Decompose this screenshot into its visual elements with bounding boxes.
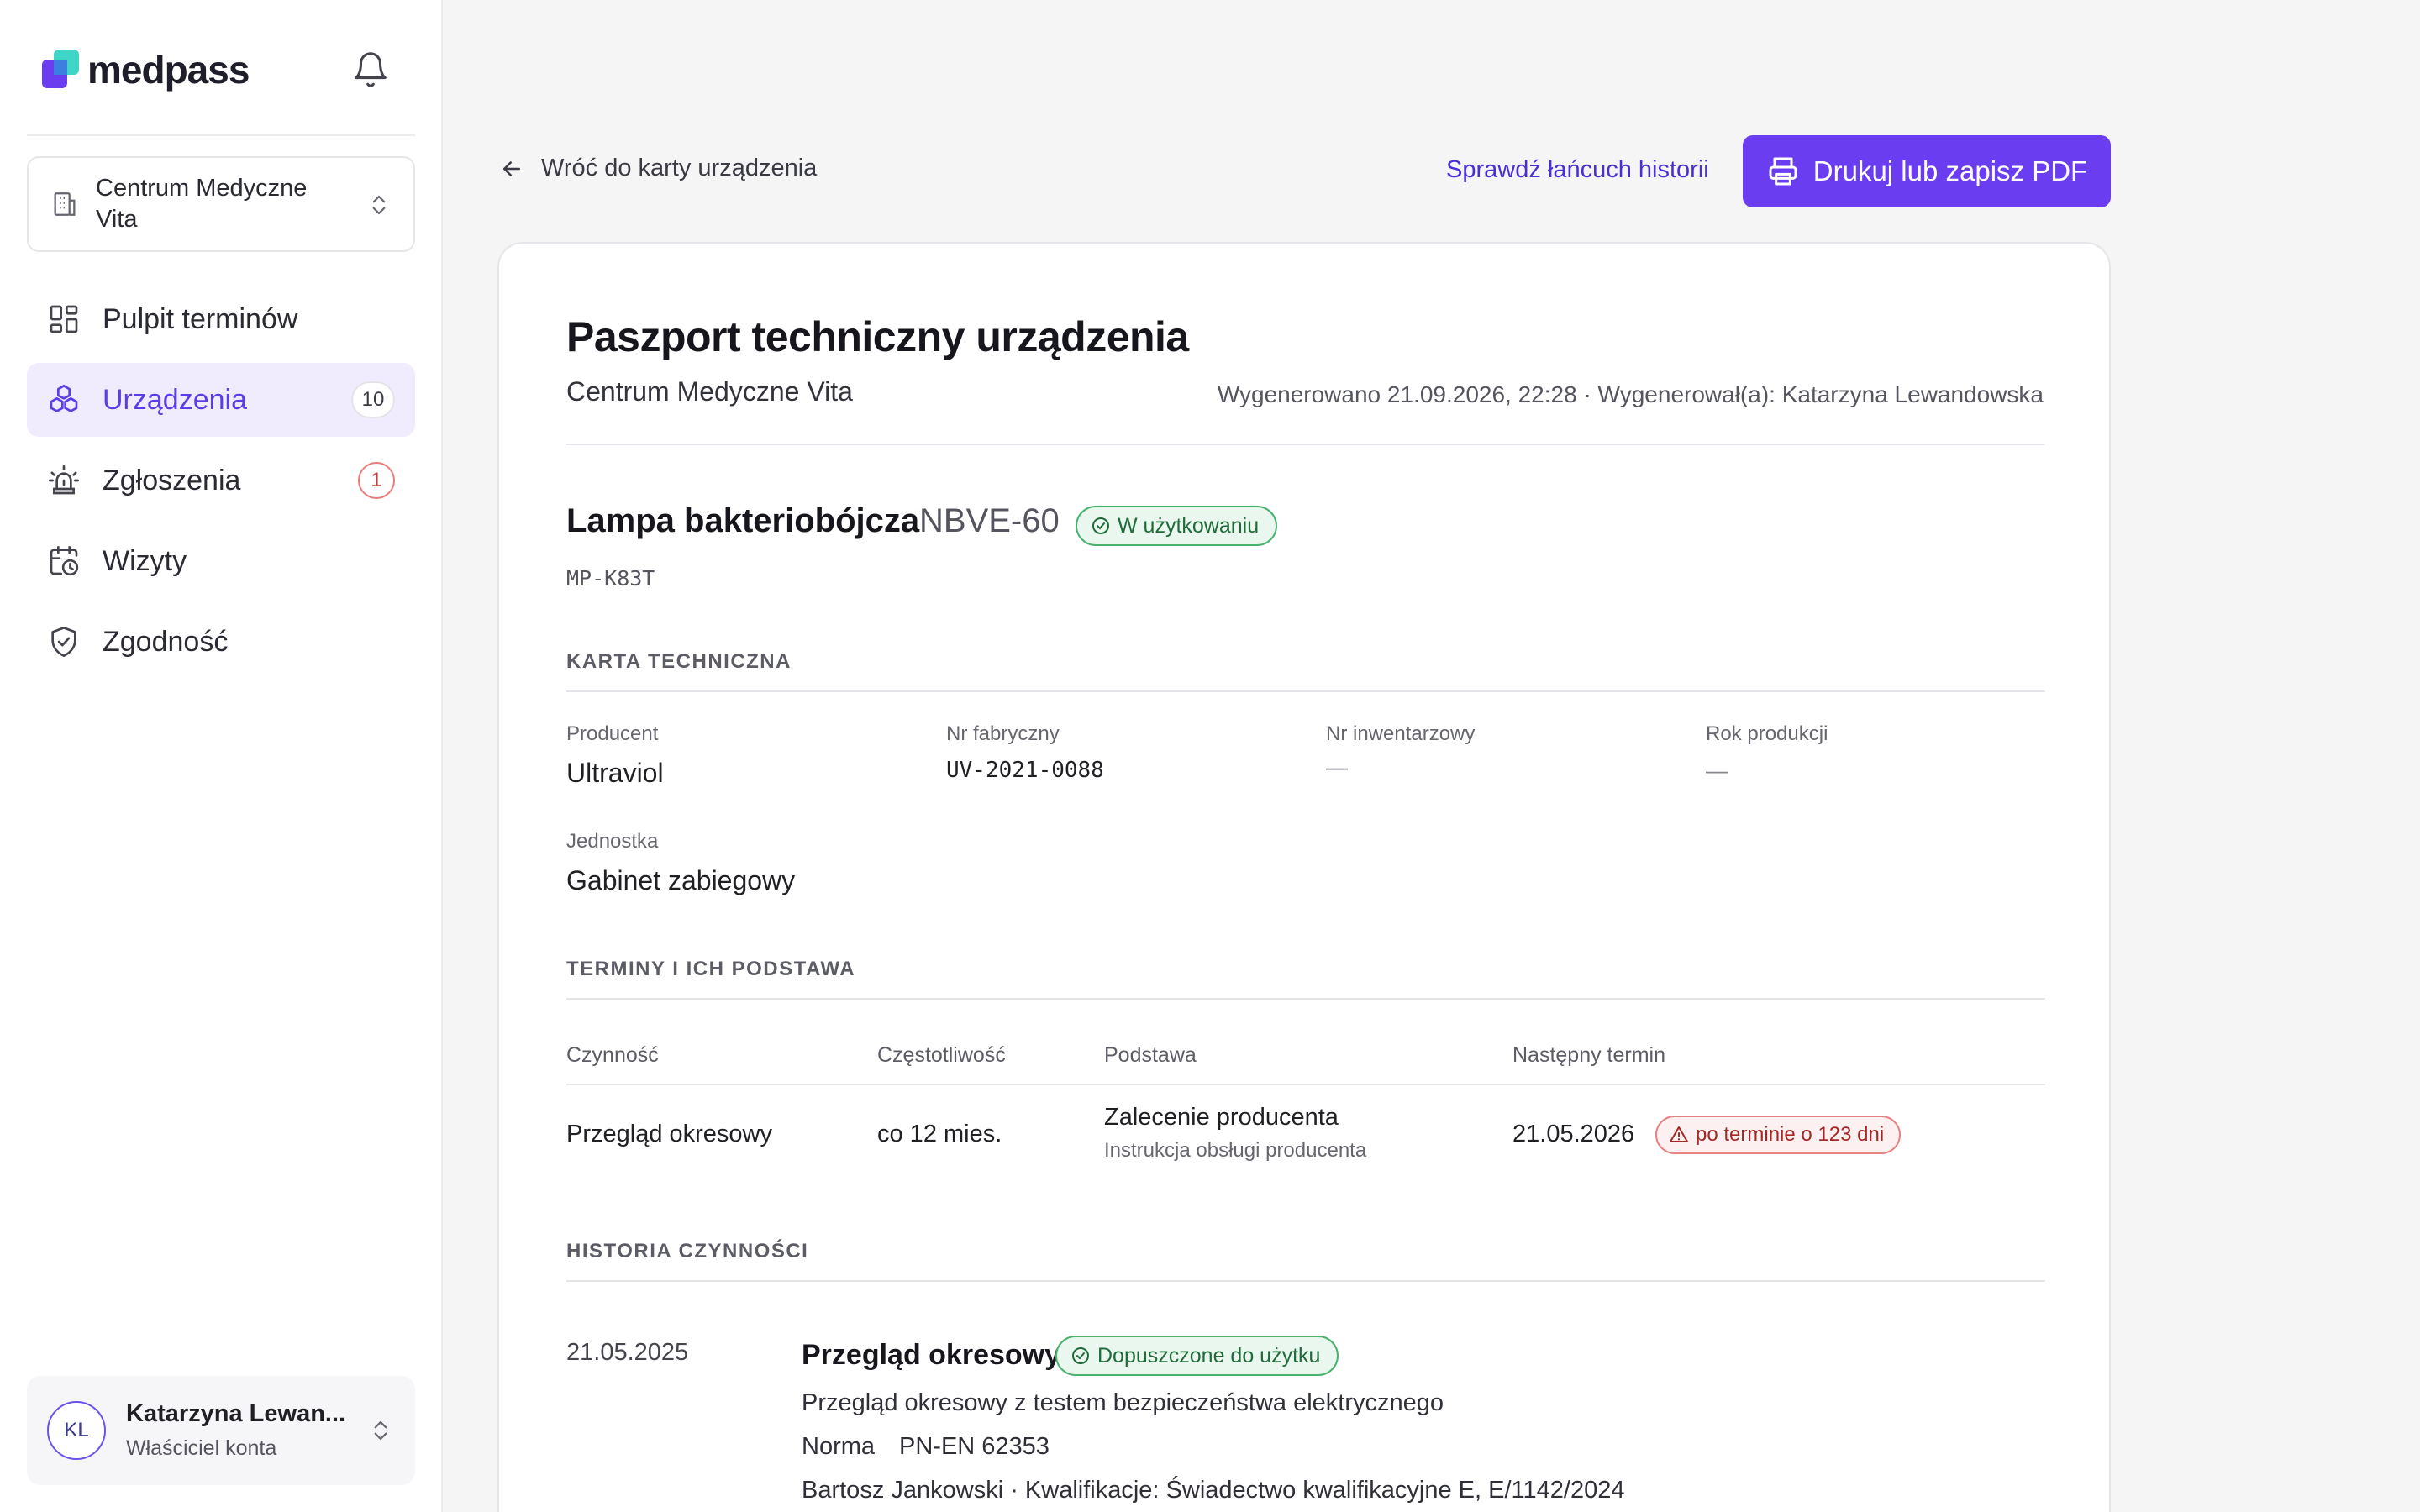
field-unit: Gabinet zabiegowy (566, 865, 796, 895)
sidebar-item-label: Wizyty (103, 544, 187, 577)
term-basis: Zalecenie producenta (1104, 1104, 1339, 1131)
devices-icon (50, 385, 78, 412)
table-header: Podstawa (1104, 1043, 1197, 1067)
field-year: — (1706, 758, 1728, 783)
overdue-badge: po terminie o 123 dni (1655, 1116, 1902, 1154)
print-button[interactable]: Drukuj lub zapisz PDF (1743, 135, 2111, 207)
back-link[interactable]: Wróć do karty urządzenia (499, 155, 817, 182)
sidebar: medpass Centrum Medyczne Vita Pulpit ter… (0, 0, 443, 1512)
back-link-label: Wróć do karty urządzenia (541, 155, 818, 181)
sidebar-item-label: Zgłoszenia (103, 464, 241, 496)
calendar-clock-icon (50, 546, 79, 576)
divider (566, 690, 2045, 692)
sidebar-item-label: Pulpit terminów (103, 302, 298, 335)
dashboard-icon (50, 305, 78, 333)
sidebar-item-zgodnosc[interactable]: Zgodność (27, 605, 415, 679)
sidebar-item-wizyty[interactable]: Wizyty (27, 524, 415, 598)
logo[interactable]: medpass (40, 47, 250, 92)
section-heading-tech: KARTA TECHNICZNA (566, 650, 792, 673)
status-badge-label: W użytkowaniu (1118, 513, 1260, 538)
field-producer: Ultraviol (566, 758, 664, 788)
user-role: Właściciel konta (126, 1436, 277, 1460)
check-circle-icon (1092, 517, 1109, 534)
device-code: MP-K83T (566, 566, 655, 591)
history-norm: PN-EN 62353 (899, 1433, 1050, 1460)
doc-organization: Centrum Medyczne Vita (566, 376, 853, 407)
sidebar-item-label: Urządzenia (103, 383, 247, 416)
field-label: Producent (566, 722, 659, 745)
arrow-left-icon (503, 160, 520, 176)
brand-name: medpass (87, 48, 250, 92)
term-action: Przegląd okresowy (566, 1121, 772, 1147)
bell-icon[interactable] (351, 50, 390, 89)
field-label: Rok produkcji (1706, 722, 1828, 745)
user-menu[interactable]: KL Katarzyna Lewan... Właściciel konta (27, 1376, 415, 1485)
org-name: Centrum Medyczne Vita (96, 175, 308, 233)
alert-badge: 1 (358, 462, 395, 499)
user-name: Katarzyna Lewan... (126, 1400, 346, 1427)
shield-check-icon (51, 627, 76, 657)
avatar: KL (47, 1401, 106, 1460)
history-performer: Bartosz Jankowski · Kwalifikacje: Świade… (802, 1477, 1625, 1504)
check-circle-icon (1072, 1347, 1089, 1364)
chevron-up-down-icon (372, 195, 386, 215)
warning-triangle-icon (1670, 1126, 1688, 1142)
doc-generated-meta: Wygenerowano 21.09.2026, 22:28 · Wygener… (1217, 381, 2044, 407)
field-inventory: — (1326, 754, 1348, 780)
history-norm-label: Norma (802, 1433, 876, 1460)
divider (566, 444, 2045, 445)
field-label: Nr fabryczny (946, 722, 1060, 745)
field-label: Nr inwentarzowy (1326, 722, 1476, 745)
term-frequency: co 12 mies. (877, 1121, 1002, 1147)
chevron-up-down-icon (374, 1420, 387, 1441)
field-serial: UV-2021-0088 (946, 758, 1104, 783)
org-switcher[interactable]: Centrum Medyczne Vita (27, 156, 415, 252)
passport-card: Paszport techniczny urządzenia Centrum M… (497, 242, 2111, 1512)
divider (566, 998, 2045, 1000)
table-header: Następny termin (1512, 1043, 1666, 1067)
section-heading-terms: TERMINY I ICH PODSTAWA (566, 958, 856, 980)
table-header: Czynność (566, 1043, 659, 1067)
history-status-label: Dopuszczone do użytku (1097, 1343, 1321, 1368)
sidebar-divider (27, 134, 415, 136)
overdue-badge-label: po terminie o 123 dni (1696, 1123, 1885, 1146)
history-description: Przegląd okresowy z testem bezpieczeństw… (802, 1389, 1444, 1416)
sidebar-item-label: Zgodność (103, 625, 229, 658)
printer-icon (1769, 157, 1797, 186)
print-button-label: Drukuj lub zapisz PDF (1812, 155, 2088, 186)
sidebar-item-pulpit[interactable]: Pulpit terminów (27, 282, 415, 356)
section-heading-history: HISTORIA CZYNNOŚCI (566, 1240, 809, 1263)
field-label: Jednostka (566, 830, 659, 853)
divider (566, 1280, 2045, 1282)
history-status-badge: Dopuszczone do użytku (1055, 1336, 1339, 1376)
table-header: Częstotliwość (877, 1043, 1006, 1067)
medpass-logo-icon (42, 50, 79, 88)
term-next-date: 21.05.2026 (1512, 1121, 1635, 1147)
sidebar-item-urzadzenia[interactable]: Urządzenia 10 (27, 363, 415, 437)
count-badge: 10 (351, 381, 395, 418)
main-nav: Pulpit terminów Urządzenia 10 Zgłoszenia… (27, 282, 415, 685)
alarm-icon (49, 465, 79, 495)
device-name: Lampa bakteriobójcza (566, 502, 920, 539)
term-basis-note: Instrukcja obsługi producenta (1104, 1139, 1367, 1162)
history-title: Przegląd okresowy (802, 1339, 1061, 1371)
building-icon (54, 192, 76, 216)
page-title: Paszport techniczny urządzenia (566, 313, 1189, 360)
status-badge: W użytkowaniu (1076, 506, 1278, 546)
table-header-divider (566, 1084, 2045, 1085)
history-chain-link[interactable]: Sprawdź łańcuch historii (1446, 156, 1709, 184)
sidebar-item-zgloszenia[interactable]: Zgłoszenia 1 (27, 444, 415, 517)
device-model: NBVE-60 (919, 502, 1060, 539)
history-date: 21.05.2025 (566, 1339, 689, 1366)
